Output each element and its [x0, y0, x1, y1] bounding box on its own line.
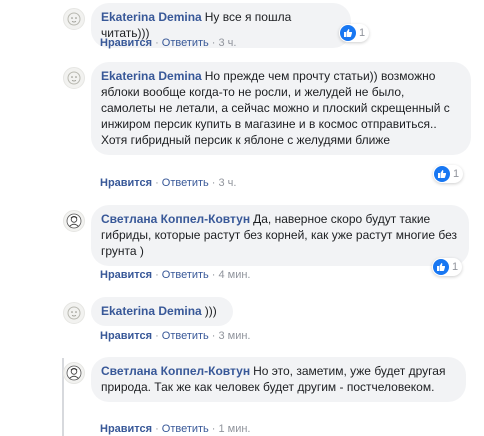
reaction-number: 1: [452, 261, 459, 273]
generic-avatar-icon: [67, 71, 81, 85]
separator: ·: [155, 330, 159, 342]
timestamp[interactable]: 3 ч.: [218, 37, 236, 49]
timestamp[interactable]: 4 мин.: [218, 269, 250, 281]
timestamp[interactable]: 3 ч.: [218, 177, 236, 189]
separator: ·: [211, 423, 216, 435]
reaction-count[interactable]: 1: [339, 24, 370, 42]
comment-actions: Нравится · Ответить · 3 мин.: [100, 330, 250, 342]
separator: ·: [211, 37, 216, 49]
avatar[interactable]: [63, 210, 85, 232]
comment-author[interactable]: Светлана Коппел-Ковтун: [101, 364, 250, 378]
like-link[interactable]: Нравится: [100, 423, 152, 435]
avatar[interactable]: [63, 302, 85, 324]
comment-bubble: Ekaterina Demina))): [91, 297, 233, 326]
comment-bubble: Светлана Коппел-Ковтун Да, наверное скоро…: [91, 205, 469, 266]
like-reaction-icon: [340, 25, 356, 41]
comment-author[interactable]: Ekaterina Demina: [101, 69, 202, 83]
reply-link[interactable]: Ответить: [162, 269, 209, 281]
reaction-number: 1: [453, 168, 460, 180]
reply-link[interactable]: Ответить: [162, 177, 209, 189]
separator: ·: [155, 37, 159, 49]
generic-avatar-icon: [67, 306, 81, 320]
reply-link[interactable]: Ответить: [162, 423, 209, 435]
comment-bubble: Ekaterina Demina Но прежде чем прочту ста…: [91, 62, 471, 155]
reply-link[interactable]: Ответить: [162, 330, 209, 342]
reaction-number: 1: [359, 27, 366, 39]
avatar[interactable]: [63, 67, 85, 89]
separator: ·: [211, 177, 216, 189]
like-reaction-icon: [434, 166, 450, 182]
comment-actions: Нравится · Ответить · 1 мин.: [100, 423, 250, 435]
comment-actions: Нравится · Ответить · 4 мин.: [100, 269, 250, 281]
comment-author[interactable]: Светлана Коппел-Ковтун: [101, 212, 250, 226]
comment-actions: Нравится · Ответить · 3 ч.: [100, 177, 236, 189]
reaction-count[interactable]: 1: [432, 258, 463, 276]
separator: ·: [155, 269, 159, 281]
like-link[interactable]: Нравится: [100, 269, 152, 281]
comment-author[interactable]: Ekaterina Demina: [101, 304, 202, 318]
comment-text: ))): [204, 304, 217, 318]
like-link[interactable]: Нравится: [100, 177, 152, 189]
separator: ·: [211, 330, 216, 342]
comment-bubble: Светлана Коппел-Ковтун Но это, заметим, у…: [91, 357, 466, 402]
reply-link[interactable]: Ответить: [162, 37, 209, 49]
generic-avatar-icon: [67, 12, 81, 26]
comment-author[interactable]: Ekaterina Demina: [101, 10, 202, 24]
avatar[interactable]: [63, 8, 85, 30]
reaction-count[interactable]: 1: [433, 165, 464, 183]
like-link[interactable]: Нравится: [100, 37, 152, 49]
timestamp[interactable]: 1 мин.: [218, 423, 250, 435]
like-link[interactable]: Нравится: [100, 330, 152, 342]
separator: ·: [155, 423, 159, 435]
like-reaction-icon: [433, 259, 449, 275]
portrait-avatar-icon: [66, 365, 82, 381]
portrait-avatar-icon: [66, 213, 82, 229]
avatar[interactable]: [63, 362, 85, 384]
comment-actions: Нравится · Ответить · 3 ч.: [100, 37, 236, 49]
separator: ·: [155, 177, 159, 189]
timestamp[interactable]: 3 мин.: [218, 330, 250, 342]
separator: ·: [211, 269, 216, 281]
